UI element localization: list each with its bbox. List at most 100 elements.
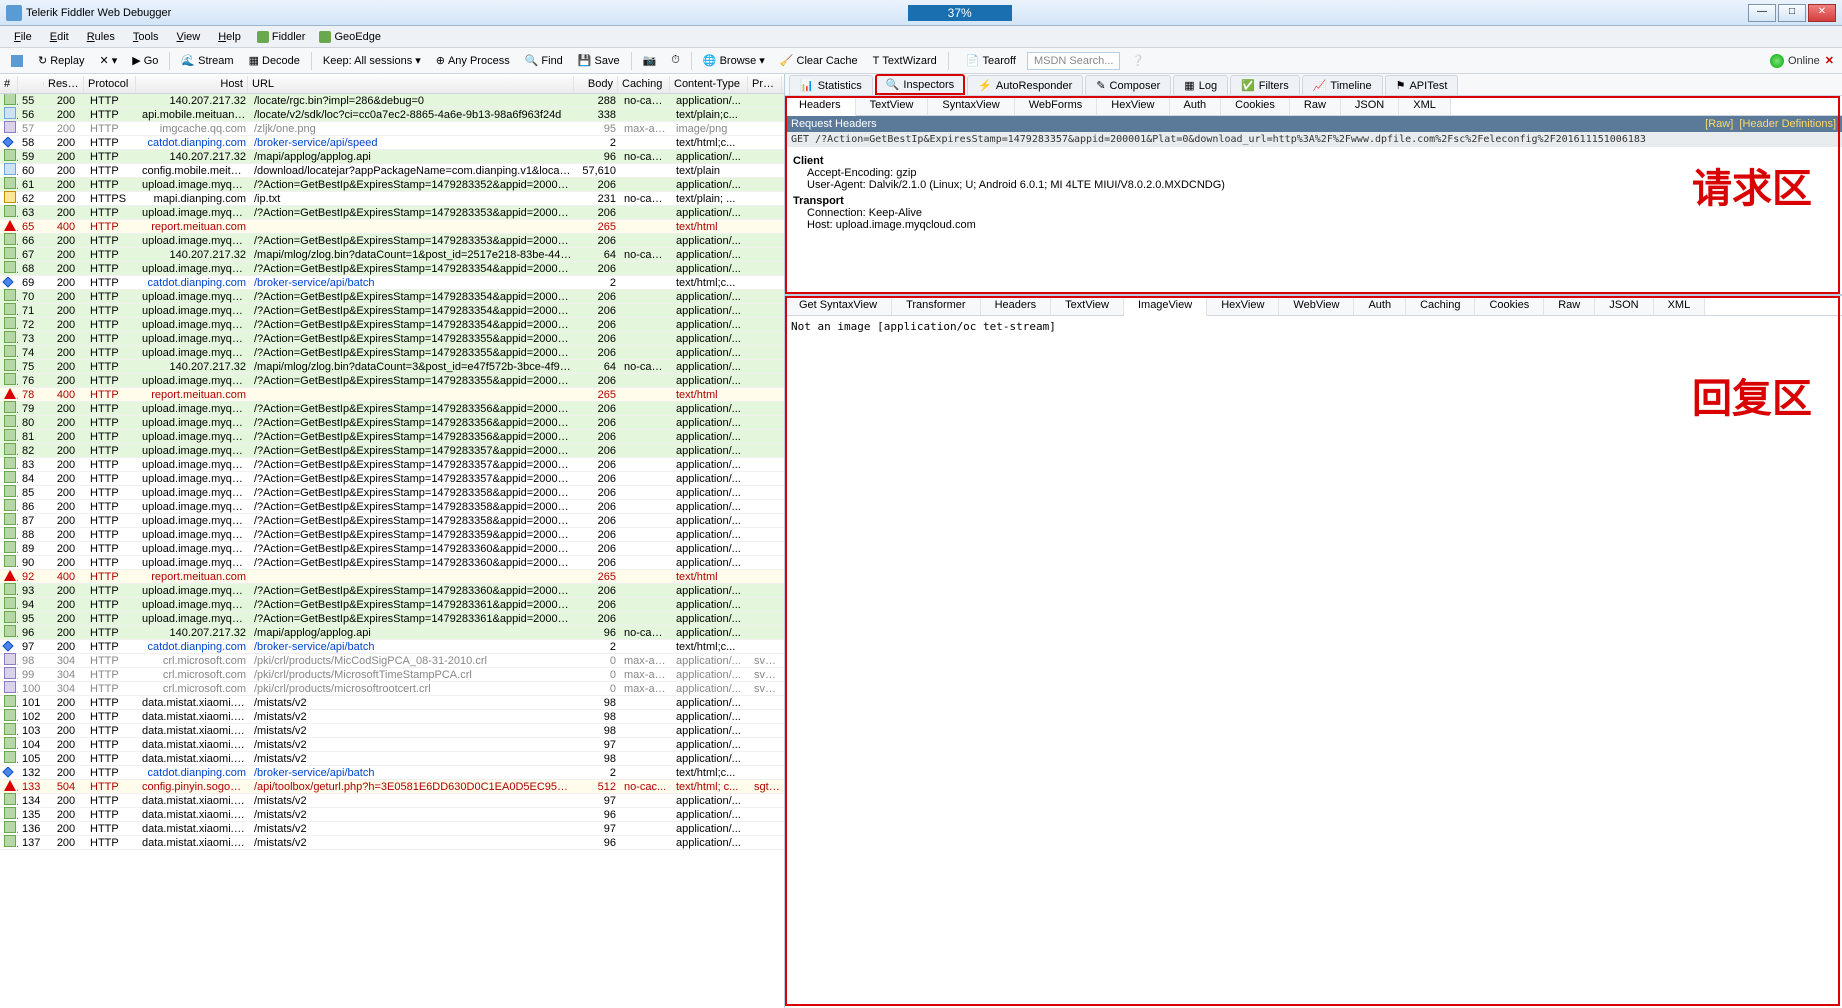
session-row[interactable]: 87 200 HTTP upload.image.myqcloud.com /?… <box>0 514 784 528</box>
timer-button[interactable]: ⏱ <box>664 51 687 70</box>
textwizard-button[interactable]: T TextWizard <box>866 52 944 70</box>
reqtab-raw[interactable]: Raw <box>1290 96 1341 115</box>
reqtab-webforms[interactable]: WebForms <box>1015 96 1098 115</box>
resptab-json[interactable]: JSON <box>1595 296 1653 315</box>
session-row[interactable]: 132 200 HTTP catdot.dianping.com /broker… <box>0 766 784 780</box>
session-row[interactable]: 99 304 HTTP crl.microsoft.com /pki/crl/p… <box>0 668 784 682</box>
reqtab-cookies[interactable]: Cookies <box>1221 96 1290 115</box>
session-row[interactable]: 94 200 HTTP upload.image.myqcloud.com /?… <box>0 598 784 612</box>
session-rows[interactable]: 55 200 HTTP 140.207.217.32 /locate/rgc.b… <box>0 94 784 1008</box>
session-row[interactable]: 136 200 HTTP data.mistat.xiaomi.com /mis… <box>0 822 784 836</box>
session-row[interactable]: 78 400 HTTP report.meituan.com 265 text/… <box>0 388 784 402</box>
col-url[interactable]: URL <box>248 76 574 92</box>
resptab-transformer[interactable]: Transformer <box>892 296 981 315</box>
close-toolbar-button[interactable]: ✕ <box>1821 54 1838 67</box>
session-row[interactable]: 57 200 HTTP imgcache.qq.com /zljk/one.pn… <box>0 122 784 136</box>
resptab-imageview[interactable]: ImageView <box>1124 296 1207 316</box>
raw-link[interactable]: [Raw] <box>1705 118 1733 130</box>
session-row[interactable]: 89 200 HTTP upload.image.myqcloud.com /?… <box>0 542 784 556</box>
session-row[interactable]: 66 200 HTTP upload.image.myqcloud.com /?… <box>0 234 784 248</box>
reqtab-auth[interactable]: Auth <box>1170 96 1222 115</box>
stream-button[interactable]: 🌊 Stream <box>174 51 240 70</box>
resptab-cookies[interactable]: Cookies <box>1475 296 1544 315</box>
session-row[interactable]: 82 200 HTTP upload.image.myqcloud.com /?… <box>0 444 784 458</box>
menu-fiddler[interactable]: Fiddler <box>251 29 312 45</box>
tab-log[interactable]: ▦Log <box>1173 75 1228 95</box>
session-row[interactable]: 80 200 HTTP upload.image.myqcloud.com /?… <box>0 416 784 430</box>
tab-composer[interactable]: ✎Composer <box>1085 75 1171 95</box>
session-row[interactable]: 73 200 HTTP upload.image.myqcloud.com /?… <box>0 332 784 346</box>
session-row[interactable]: 133 504 HTTP config.pinyin.sogou.com /ap… <box>0 780 784 794</box>
session-row[interactable]: 68 200 HTTP upload.image.myqcloud.com /?… <box>0 262 784 276</box>
session-row[interactable]: 55 200 HTTP 140.207.217.32 /locate/rgc.b… <box>0 94 784 108</box>
col-protocol[interactable]: Protocol <box>84 76 136 92</box>
winconfig-button[interactable] <box>4 52 30 70</box>
session-row[interactable]: 63 200 HTTP upload.image.myqcloud.com /?… <box>0 206 784 220</box>
session-row[interactable]: 104 200 HTTP data.mistat.xiaomi.com /mis… <box>0 738 784 752</box>
session-row[interactable]: 71 200 HTTP upload.image.myqcloud.com /?… <box>0 304 784 318</box>
remove-button[interactable]: ✕ ▾ <box>92 51 124 70</box>
session-row[interactable]: 58 200 HTTP catdot.dianping.com /broker-… <box>0 136 784 150</box>
help-button[interactable]: ❔ <box>1124 51 1152 70</box>
session-row[interactable]: 61 200 HTTP upload.image.myqcloud.com /?… <box>0 178 784 192</box>
col-process[interactable]: Proce <box>748 76 782 92</box>
menu-file[interactable]: File <box>6 29 40 45</box>
session-row[interactable]: 74 200 HTTP upload.image.myqcloud.com /?… <box>0 346 784 360</box>
menu-geoedge[interactable]: GeoEdge <box>313 29 386 45</box>
session-row[interactable]: 100 304 HTTP crl.microsoft.com /pki/crl/… <box>0 682 784 696</box>
maximize-button[interactable]: □ <box>1778 4 1806 22</box>
session-row[interactable]: 84 200 HTTP upload.image.myqcloud.com /?… <box>0 472 784 486</box>
session-row[interactable]: 67 200 HTTP 140.207.217.32 /mapi/mlog/zl… <box>0 248 784 262</box>
session-row[interactable]: 103 200 HTTP data.mistat.xiaomi.com /mis… <box>0 724 784 738</box>
col-caching[interactable]: Caching <box>618 76 670 92</box>
session-row[interactable]: 96 200 HTTP 140.207.217.32 /mapi/applog/… <box>0 626 784 640</box>
resptab-raw[interactable]: Raw <box>1544 296 1595 315</box>
session-row[interactable]: 98 304 HTTP crl.microsoft.com /pki/crl/p… <box>0 654 784 668</box>
clear-cache-button[interactable]: 🧹 Clear Cache <box>773 51 865 70</box>
session-row[interactable]: 88 200 HTTP upload.image.myqcloud.com /?… <box>0 528 784 542</box>
menu-view[interactable]: View <box>169 29 209 45</box>
screenshot-button[interactable]: 📷 <box>636 51 664 70</box>
session-row[interactable]: 70 200 HTTP upload.image.myqcloud.com /?… <box>0 290 784 304</box>
tab-filters[interactable]: ✅Filters <box>1230 75 1300 95</box>
reqtab-textview[interactable]: TextView <box>856 96 929 115</box>
resptab-xml[interactable]: XML <box>1654 296 1706 315</box>
menu-help[interactable]: Help <box>210 29 249 45</box>
grid-header[interactable]: # Result Protocol Host URL Body Caching … <box>0 74 784 94</box>
tab-timeline[interactable]: 📈Timeline <box>1302 75 1383 95</box>
col-host[interactable]: Host <box>136 76 248 92</box>
session-row[interactable]: 135 200 HTTP data.mistat.xiaomi.com /mis… <box>0 808 784 822</box>
msdn-search-input[interactable]: MSDN Search... <box>1027 52 1120 70</box>
session-row[interactable]: 97 200 HTTP catdot.dianping.com /broker-… <box>0 640 784 654</box>
resptab-auth[interactable]: Auth <box>1354 296 1406 315</box>
menu-tools[interactable]: Tools <box>125 29 167 45</box>
any-process-button[interactable]: ⊕ Any Process <box>429 51 517 70</box>
reqtab-json[interactable]: JSON <box>1341 96 1399 115</box>
session-row[interactable]: 60 200 HTTP config.mobile.meituan.com /d… <box>0 164 784 178</box>
session-row[interactable]: 59 200 HTTP 140.207.217.32 /mapi/applog/… <box>0 150 784 164</box>
tab-autoresponder[interactable]: ⚡AutoResponder <box>967 75 1083 95</box>
decode-button[interactable]: ▦ Decode <box>242 51 307 70</box>
session-row[interactable]: 95 200 HTTP upload.image.myqcloud.com /?… <box>0 612 784 626</box>
session-row[interactable]: 76 200 HTTP upload.image.myqcloud.com /?… <box>0 374 784 388</box>
session-row[interactable]: 56 200 HTTP api.mobile.meituan.com /loca… <box>0 108 784 122</box>
save-button[interactable]: 💾 Save <box>571 51 627 70</box>
col-body[interactable]: Body <box>574 76 618 92</box>
session-row[interactable]: 90 200 HTTP upload.image.myqcloud.com /?… <box>0 556 784 570</box>
session-row[interactable]: 79 200 HTTP upload.image.myqcloud.com /?… <box>0 402 784 416</box>
col-contenttype[interactable]: Content-Type <box>670 76 748 92</box>
session-row[interactable]: 92 400 HTTP report.meituan.com 265 text/… <box>0 570 784 584</box>
tab-apitest[interactable]: ⚑APITest <box>1385 75 1459 95</box>
session-row[interactable]: 62 200 HTTPS mapi.dianping.com /ip.txt 2… <box>0 192 784 206</box>
resptab-textview[interactable]: TextView <box>1051 296 1124 315</box>
find-button[interactable]: 🔍 Find <box>518 51 570 70</box>
col-result[interactable]: Result <box>44 76 84 92</box>
reqtab-headers[interactable]: Headers <box>785 96 856 116</box>
session-row[interactable]: 83 200 HTTP upload.image.myqcloud.com /?… <box>0 458 784 472</box>
resptab-hexview[interactable]: HexView <box>1207 296 1279 315</box>
tab-inspectors[interactable]: 🔍Inspectors <box>875 74 965 95</box>
minimize-button[interactable]: — <box>1748 4 1776 22</box>
session-row[interactable]: 85 200 HTTP upload.image.myqcloud.com /?… <box>0 486 784 500</box>
replay-button[interactable]: ↻ Replay <box>31 51 91 70</box>
tearoff-button[interactable]: 📄 Tearoff <box>959 51 1023 70</box>
